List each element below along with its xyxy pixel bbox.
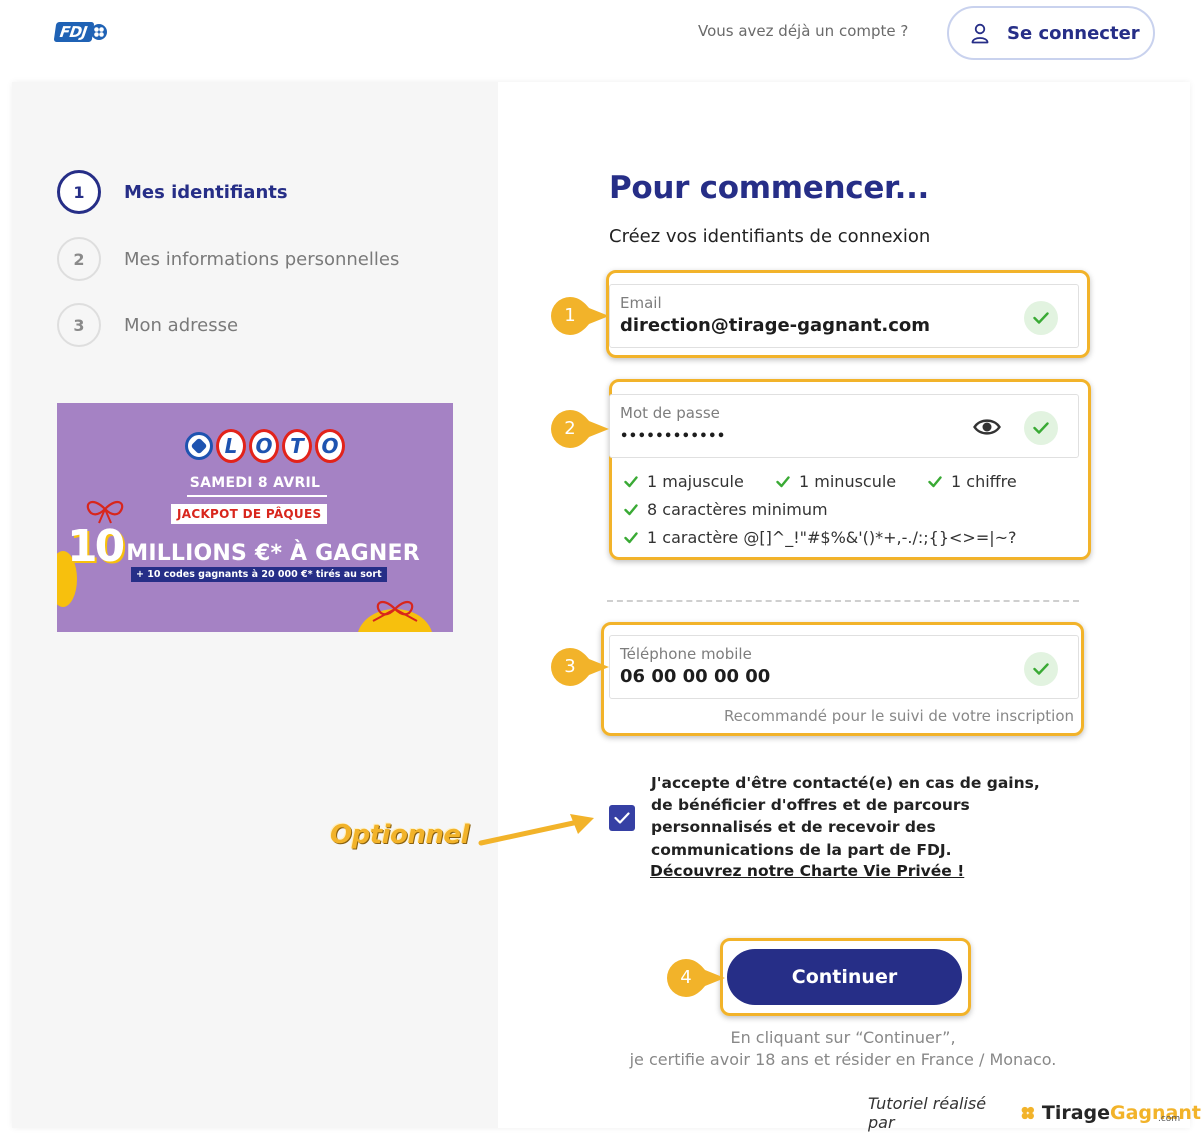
step-2-label: Mes informations personnelles	[124, 248, 400, 270]
step-3-number: 3	[57, 303, 101, 347]
step-2: 2 Mes informations personnelles	[57, 237, 399, 281]
section-divider	[607, 600, 1079, 602]
step-1: 1 Mes identifiants	[57, 170, 288, 214]
password-rule: 8 caractères minimum	[624, 500, 828, 519]
loto-letter: O	[249, 429, 279, 463]
password-rule: 1 chiffre	[928, 472, 1017, 491]
annotation-badge-number: 4	[680, 966, 692, 988]
password-field[interactable]: Mot de passe ••••••••••••	[609, 394, 1079, 458]
step-1-label: Mes identifiants	[124, 181, 288, 203]
credit-prefix: Tutoriel réalisé par	[868, 1094, 987, 1132]
email-value[interactable]: direction@tirage-gagnant.com	[620, 315, 930, 336]
consent-checkbox[interactable]	[609, 805, 635, 831]
step-1-number: 1	[57, 170, 101, 214]
clover-icon	[1021, 1106, 1035, 1120]
password-rule-label: 1 majuscule	[647, 472, 744, 491]
password-value[interactable]: ••••••••••••	[620, 429, 726, 444]
annotation-badge-3: 3	[551, 647, 609, 686]
password-valid-check-icon	[1024, 411, 1058, 445]
annotation-arrow-icon	[478, 814, 594, 846]
privacy-charter-link[interactable]: Découvrez notre Charte Vie Privée !	[650, 862, 964, 880]
check-icon	[624, 475, 638, 487]
email-field[interactable]: Email direction@tirage-gagnant.com	[609, 284, 1079, 348]
login-label: Se connecter	[1007, 22, 1140, 44]
promo-subtext: + 10 codes gagnants à 20 000 €* tirés au…	[131, 567, 387, 582]
password-rule: 1 caractère @[]^_!"#$%&'()*+,-./:;{}<>=|…	[624, 528, 1017, 547]
user-icon	[971, 23, 989, 44]
password-rule-label: 1 caractère @[]^_!"#$%&'()*+,-./:;{}<>=|…	[647, 528, 1017, 547]
credit-domain: .com	[1158, 1114, 1181, 1124]
promo-date: SAMEDI 8 AVRIL	[189, 475, 321, 491]
password-label: Mot de passe	[620, 404, 720, 422]
login-button[interactable]: Se connecter	[947, 6, 1155, 60]
check-icon	[928, 475, 942, 487]
step-2-number: 2	[57, 237, 101, 281]
credit-brand-part2: Gagnant	[1110, 1102, 1201, 1124]
continue-button[interactable]: Continuer	[727, 949, 962, 1005]
annotation-badge-2: 2	[551, 409, 609, 448]
check-icon	[624, 503, 638, 515]
promo-amount: 10 MILLIONS €* À GAGNER	[67, 521, 420, 572]
loto-letter: T	[282, 429, 312, 463]
page-subtitle: Créez vos identifiants de connexion	[609, 226, 931, 247]
annotation-badge-number: 3	[564, 655, 576, 677]
step-3-label: Mon adresse	[124, 314, 239, 336]
tutorial-credit: Tutoriel réalisé par TirageGagnant .com	[868, 1094, 1201, 1132]
ribbon-bow-icon	[372, 600, 418, 622]
phone-value[interactable]: 06 00 00 00 00	[620, 666, 770, 687]
loto-letter: L	[216, 429, 246, 463]
ribbon-bow-icon	[86, 500, 124, 524]
eye-icon[interactable]	[972, 412, 1002, 442]
annotation-badge-number: 2	[564, 417, 576, 439]
phone-hint: Recommandé pour le suivi de votre inscri…	[723, 707, 1074, 725]
checkmark-icon	[614, 812, 630, 824]
phone-valid-check-icon	[1024, 652, 1058, 686]
promo-amount-number: 10	[67, 521, 125, 572]
legal-disclaimer: En cliquant sur “Continuer”, je certifie…	[600, 1027, 1086, 1071]
annotation-badge-1: 1	[551, 296, 609, 335]
legal-line-2: je certifie avoir 18 ans et résider en F…	[629, 1050, 1057, 1069]
phone-field[interactable]: Téléphone mobile 06 00 00 00 00	[609, 635, 1079, 699]
annotation-badge-number: 1	[564, 304, 576, 326]
page-title: Pour commencer...	[609, 170, 930, 206]
password-rule: 1 majuscule	[624, 472, 744, 491]
credit-brand-part1: Tirage	[1041, 1102, 1111, 1124]
promo-divider	[187, 495, 327, 497]
password-rule: 1 minuscule	[776, 472, 896, 491]
password-rule-label: 1 minuscule	[799, 472, 897, 491]
loto-letter: O	[315, 429, 345, 463]
account-question: Vous avez déjà un compte ?	[698, 22, 909, 40]
password-rule-label: 8 caractères minimum	[647, 500, 828, 519]
email-valid-check-icon	[1024, 301, 1058, 335]
check-icon	[624, 531, 638, 543]
annotation-optional-label: Optionnel	[330, 820, 469, 850]
fdj-logo[interactable]: FDJ	[53, 21, 119, 43]
phone-label: Téléphone mobile	[620, 645, 752, 663]
check-icon	[776, 475, 790, 487]
step-3: 3 Mon adresse	[57, 303, 238, 347]
consent-text: J'accepte d'être contacté(e) en cas de g…	[651, 774, 1040, 859]
legal-line-1: En cliquant sur “Continuer”,	[730, 1028, 956, 1047]
password-rule-label: 1 chiffre	[951, 472, 1017, 491]
annotation-badge-4: 4	[667, 958, 725, 997]
promo-amount-text: MILLIONS €* À GAGNER	[126, 541, 420, 566]
email-label: Email	[620, 294, 662, 312]
loto-logo: L O T O	[185, 429, 345, 463]
loto-clover-icon	[185, 432, 213, 460]
fdj-logo-text: FDJ	[53, 22, 95, 42]
loto-promo-banner[interactable]: L O T O SAMEDI 8 AVRIL JACKPOT DE PÂQUES…	[57, 403, 453, 632]
